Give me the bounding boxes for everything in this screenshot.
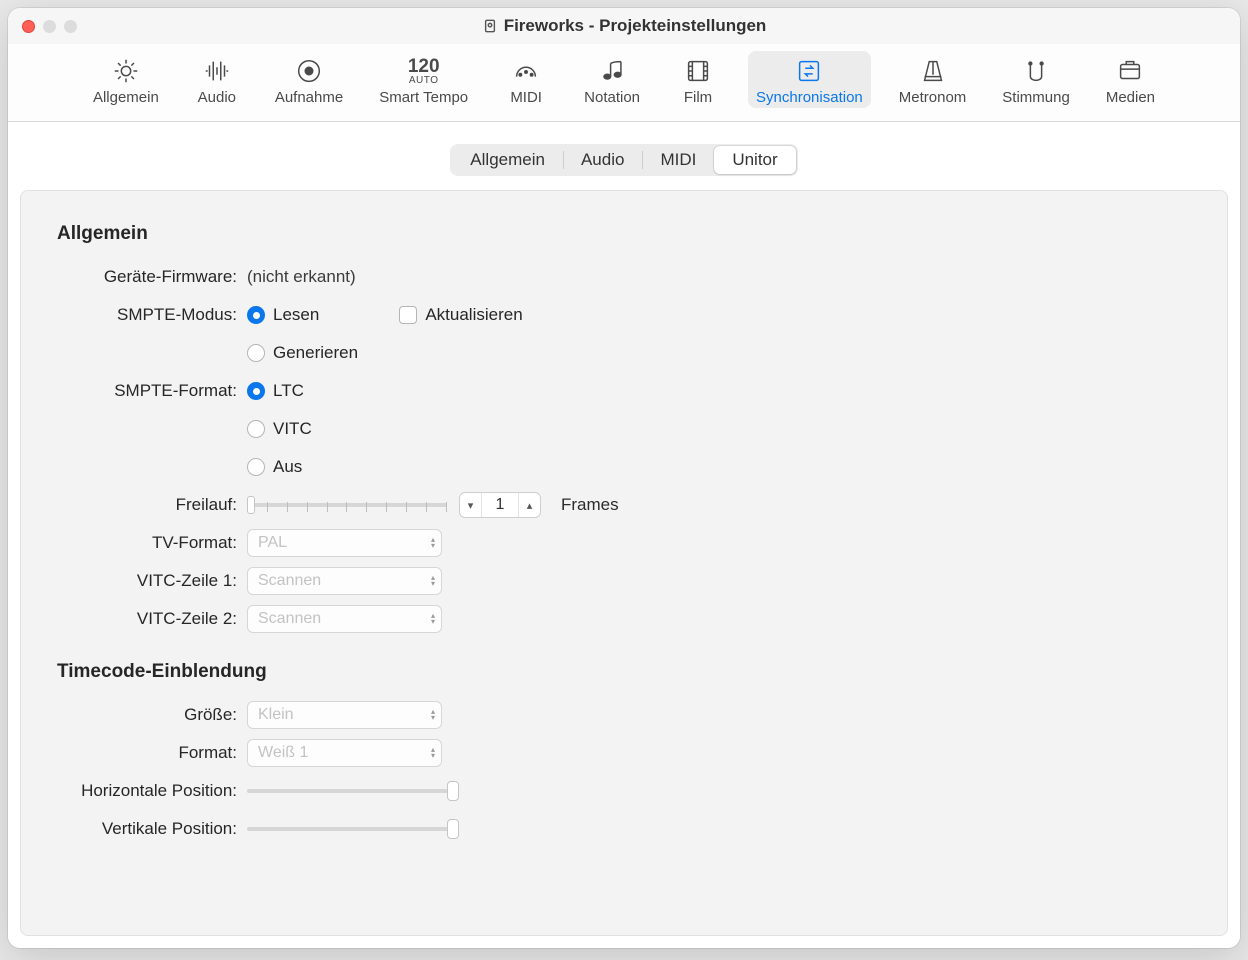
groesse-label: Größe: (57, 705, 247, 725)
gear-icon (110, 55, 142, 87)
smpte-format-ltc-radio[interactable]: LTC (247, 381, 304, 401)
subtab-midi[interactable]: MIDI (642, 146, 714, 174)
preferences-window: Fireworks - Projekteinstellungen Allgeme… (8, 8, 1240, 948)
updown-icon: ▴▾ (431, 537, 435, 549)
hpos-label: Horizontale Position: (57, 781, 247, 801)
freilauf-unit: Frames (561, 495, 619, 515)
horizontal-position-slider[interactable] (247, 780, 457, 802)
toolbar-metronom[interactable]: Metronom (891, 51, 975, 108)
toolbar-aufnahme[interactable]: Aufnahme (267, 51, 351, 108)
tuning-icon (1020, 55, 1052, 87)
toolbar-film[interactable]: Film (668, 51, 728, 108)
zoom-window-button[interactable] (64, 20, 77, 33)
media-icon (1114, 55, 1146, 87)
subtab-bar: Allgemein Audio MIDI Unitor (20, 144, 1228, 176)
firmware-label: Geräte-Firmware: (57, 267, 247, 287)
firmware-value: (nicht erkannt) (247, 267, 356, 287)
vitc1-label: VITC-Zeile 1: (57, 571, 247, 591)
smpte-format-label: SMPTE-Format: (57, 381, 247, 401)
freilauf-stepper[interactable]: ▾ 1 ▴ (459, 492, 541, 518)
toolbar-allgemein[interactable]: Allgemein (85, 51, 167, 108)
toolbar-midi[interactable]: MIDI (496, 51, 556, 108)
freilauf-slider[interactable] (247, 494, 447, 516)
section-allgemein-title: Allgemein (57, 223, 1191, 245)
vitc1-select[interactable]: Scannen ▴▾ (247, 567, 442, 595)
freilauf-label: Freilauf: (57, 495, 247, 515)
toolbar-medien[interactable]: Medien (1098, 51, 1163, 108)
chevron-down-icon[interactable]: ▾ (460, 493, 482, 517)
updown-icon: ▴▾ (431, 709, 435, 721)
content-area: Allgemein Audio MIDI Unitor Allgemein Ge… (8, 122, 1240, 948)
sync-icon (793, 55, 825, 87)
smart-tempo-icon: 120 AUTO (408, 55, 440, 87)
freilauf-value: 1 (482, 496, 518, 514)
smpte-modus-lesen-radio[interactable]: Lesen (247, 305, 319, 325)
updown-icon: ▴▾ (431, 613, 435, 625)
toolbar-notation[interactable]: Notation (576, 51, 648, 108)
vpos-label: Vertikale Position: (57, 819, 247, 839)
subtab-audio[interactable]: Audio (563, 146, 642, 174)
toolbar-stimmung[interactable]: Stimmung (994, 51, 1078, 108)
metronome-icon (917, 55, 949, 87)
format-select[interactable]: Weiß 1 ▴▾ (247, 739, 442, 767)
updown-icon: ▴▾ (431, 575, 435, 587)
document-icon (482, 18, 498, 34)
tv-format-label: TV-Format: (57, 533, 247, 553)
section-timecode-title: Timecode-Einblendung (57, 661, 1191, 683)
settings-panel: Allgemein Geräte-Firmware: (nicht erkann… (20, 190, 1228, 936)
chevron-up-icon[interactable]: ▴ (518, 493, 540, 517)
vertical-position-slider[interactable] (247, 818, 457, 840)
subtab-unitor[interactable]: Unitor (714, 146, 795, 174)
waveform-icon (201, 55, 233, 87)
vitc2-select[interactable]: Scannen ▴▾ (247, 605, 442, 633)
notation-icon (596, 55, 628, 87)
smpte-format-vitc-radio[interactable]: VITC (247, 419, 312, 439)
smpte-modus-generieren-radio[interactable]: Generieren (247, 343, 358, 363)
vitc2-label: VITC-Zeile 2: (57, 609, 247, 629)
traffic-lights (8, 20, 77, 33)
tv-format-select[interactable]: PAL ▴▾ (247, 529, 442, 557)
toolbar-audio[interactable]: Audio (187, 51, 247, 108)
close-window-button[interactable] (22, 20, 35, 33)
toolbar: Allgemein Audio Aufnahme 120 AUTO Smart … (8, 44, 1240, 122)
midi-icon (510, 55, 542, 87)
toolbar-synchronisation[interactable]: Synchronisation (748, 51, 871, 108)
updown-icon: ▴▾ (431, 747, 435, 759)
film-icon (682, 55, 714, 87)
subtab-allgemein[interactable]: Allgemein (452, 146, 563, 174)
titlebar: Fireworks - Projekteinstellungen (8, 8, 1240, 44)
format-label: Format: (57, 743, 247, 763)
smpte-aktualisieren-checkbox[interactable]: Aktualisieren (399, 305, 522, 325)
minimize-window-button[interactable] (43, 20, 56, 33)
groesse-select[interactable]: Klein ▴▾ (247, 701, 442, 729)
record-icon (293, 55, 325, 87)
window-title: Fireworks - Projekteinstellungen (504, 16, 767, 36)
toolbar-smart-tempo[interactable]: 120 AUTO Smart Tempo (371, 51, 476, 108)
smpte-modus-label: SMPTE-Modus: (57, 305, 247, 325)
smpte-format-aus-radio[interactable]: Aus (247, 457, 302, 477)
